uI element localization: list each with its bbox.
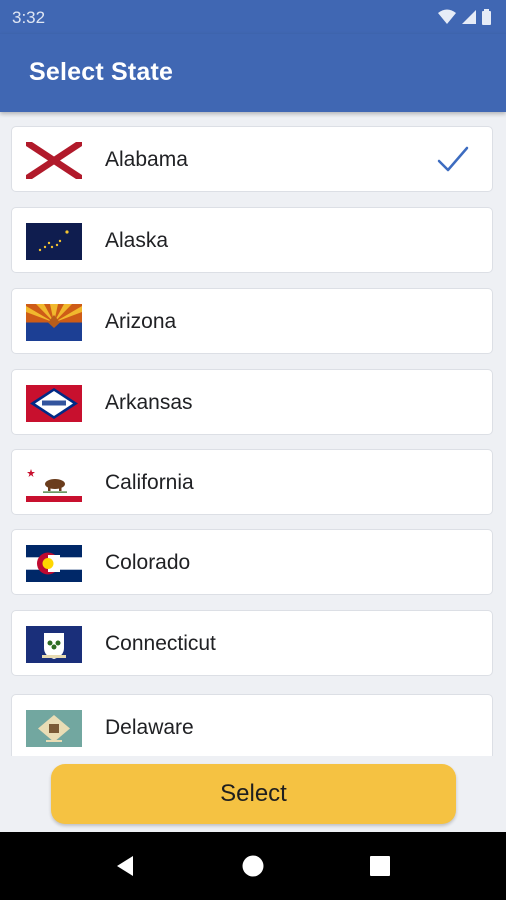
alabama-flag-icon (26, 142, 82, 179)
state-list[interactable]: Alabama Alaska Arizona Arkansas Californ… (0, 114, 506, 756)
back-icon[interactable] (113, 854, 137, 878)
state-name: Connecticut (105, 632, 216, 655)
battery-icon (482, 9, 491, 25)
state-row-connecticut[interactable]: Connecticut (11, 610, 493, 676)
state-name: Alaska (105, 229, 169, 252)
cell-signal-icon (462, 10, 476, 24)
state-row-alabama[interactable]: Alabama (11, 126, 493, 192)
state-name: Arizona (105, 310, 177, 333)
status-bar: 3:32 (0, 0, 506, 34)
state-row-alaska[interactable]: Alaska (11, 207, 493, 273)
select-button[interactable]: Select (51, 764, 456, 824)
state-row-arizona[interactable]: Arizona (11, 288, 493, 354)
wifi-icon (438, 9, 456, 24)
california-flag-icon (26, 465, 82, 502)
app-bar: Select State (0, 34, 506, 112)
recents-icon[interactable] (368, 854, 392, 878)
colorado-flag-icon (26, 545, 82, 582)
status-time: 3:32 (12, 8, 46, 27)
state-name: Delaware (105, 716, 194, 739)
state-row-colorado[interactable]: Colorado (11, 529, 493, 595)
bottom-action-area: Select (0, 756, 506, 832)
state-name: Alabama (105, 148, 188, 171)
state-name: Arkansas (105, 391, 193, 414)
state-name: Colorado (105, 551, 191, 574)
connecticut-flag-icon (26, 626, 82, 663)
status-icons (438, 9, 491, 25)
home-icon[interactable] (241, 854, 265, 878)
state-row-california[interactable]: California (11, 449, 493, 515)
arizona-flag-icon (26, 304, 82, 341)
state-row-arkansas[interactable]: Arkansas (11, 369, 493, 435)
arkansas-flag-icon (26, 385, 82, 422)
state-name: California (105, 471, 194, 494)
alaska-flag-icon (26, 223, 82, 260)
navigation-bar (0, 832, 506, 900)
state-row-delaware[interactable]: Delaware (11, 694, 493, 756)
page-title: Select State (29, 58, 174, 86)
delaware-flag-icon (26, 710, 82, 747)
check-icon (437, 146, 469, 172)
